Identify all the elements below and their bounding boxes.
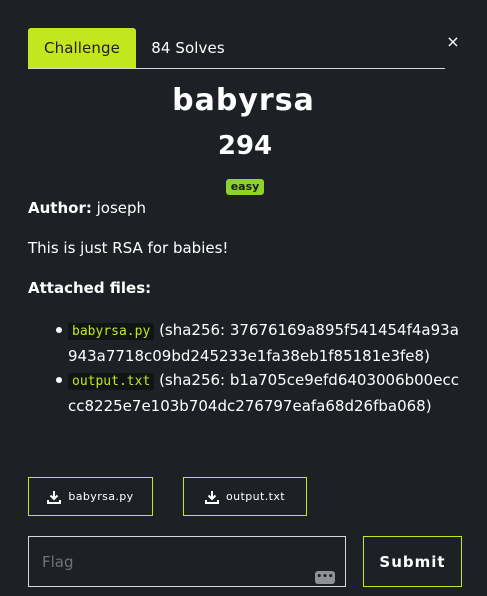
keyboard-icon: ••• xyxy=(315,571,335,584)
challenge-points: 294 xyxy=(217,131,273,161)
download-babyrsa-button[interactable]: babyrsa.py xyxy=(28,477,153,516)
file-link-babyrsa[interactable]: babyrsa.py xyxy=(68,323,155,340)
tab-challenge[interactable]: Challenge xyxy=(28,28,136,68)
download-icon xyxy=(47,490,62,504)
bullet-icon xyxy=(56,327,62,333)
author-line: Author: joseph xyxy=(28,199,146,217)
list-item: output.txt (sha256: b1a705ce9efd6403006b… xyxy=(52,368,462,418)
attached-files-list: babyrsa.py (sha256: 37676169a895f541454f… xyxy=(52,318,462,418)
author-name: joseph xyxy=(96,199,147,217)
file-link-output[interactable]: output.txt xyxy=(68,373,155,390)
challenge-tabs: Challenge 84 Solves xyxy=(28,28,445,69)
attached-files-heading: Attached files: xyxy=(28,279,152,297)
author-label: Author: xyxy=(28,199,92,217)
download-babyrsa-label: babyrsa.py xyxy=(68,490,134,503)
close-icon[interactable]: × xyxy=(446,34,460,50)
challenge-description: This is just RSA for babies! xyxy=(28,239,229,257)
bullet-icon xyxy=(56,377,62,383)
list-item: babyrsa.py (sha256: 37676169a895f541454f… xyxy=(52,318,462,368)
flag-input[interactable] xyxy=(28,536,346,587)
tab-solves[interactable]: 84 Solves xyxy=(138,28,238,68)
difficulty-badge: easy xyxy=(226,179,264,195)
challenge-title: babyrsa xyxy=(172,83,315,118)
download-output-label: output.txt xyxy=(226,490,285,503)
download-output-button[interactable]: output.txt xyxy=(183,477,307,516)
submit-button[interactable]: Submit xyxy=(363,536,462,587)
download-icon xyxy=(205,490,220,504)
